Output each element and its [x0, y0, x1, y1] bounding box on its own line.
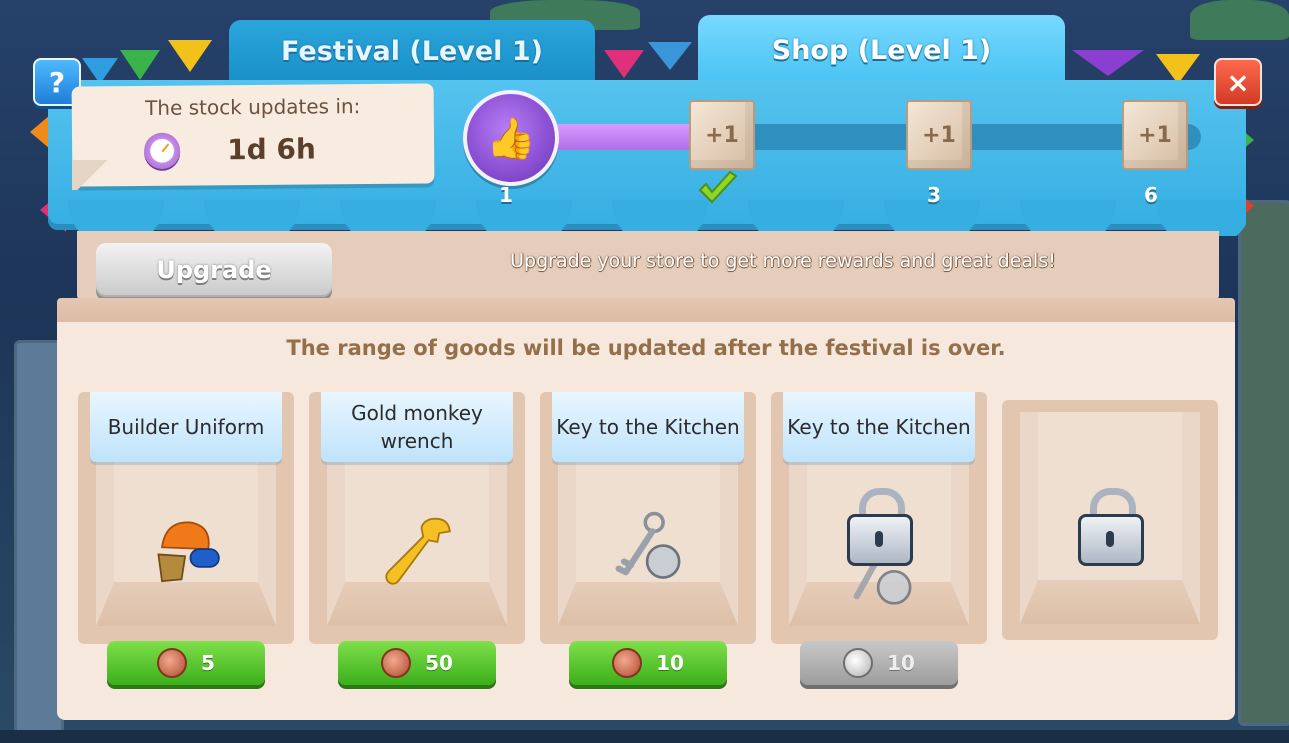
- milestone-label: 1: [499, 183, 513, 207]
- price-label: 50: [425, 651, 453, 675]
- reward-box-label: +1: [1138, 122, 1172, 148]
- item-name: Key to the Kitchen: [783, 392, 975, 462]
- close-label: ×: [1226, 65, 1250, 99]
- wrench-icon: [377, 510, 457, 590]
- shop-slot[interactable]: Gold monkey wrench: [309, 392, 525, 644]
- background-building: [1238, 200, 1289, 726]
- copper-coin-icon: [612, 648, 643, 678]
- tab-festival[interactable]: Festival (Level 1): [229, 20, 595, 82]
- copper-coin-icon: [381, 648, 412, 678]
- reward-box-icon[interactable]: +1: [689, 100, 755, 170]
- shop-slot[interactable]: Key to the Kitchen: [540, 392, 756, 644]
- buy-button[interactable]: 10: [569, 641, 727, 685]
- slot-floor: [1020, 580, 1200, 624]
- bottom-strip: [0, 730, 1289, 743]
- help-label: ?: [48, 65, 66, 99]
- buy-button-disabled[interactable]: 10: [800, 641, 958, 685]
- background-tree: [1190, 0, 1289, 40]
- flag-icon: [120, 50, 160, 80]
- item-name: Key to the Kitchen: [552, 392, 744, 462]
- flag-icon: [648, 42, 692, 70]
- upgrade-message: Upgrade your store to get more rewards a…: [510, 250, 1056, 272]
- lock-icon: [1078, 488, 1144, 566]
- price-label: 10: [887, 651, 915, 675]
- progress-fill: [545, 124, 709, 150]
- flag-icon: [1072, 50, 1144, 76]
- upgrade-label: Upgrade: [156, 256, 272, 284]
- lock-icon: [847, 488, 913, 566]
- copper-coin-icon: [157, 648, 188, 678]
- clock-icon: [143, 132, 181, 169]
- key-icon: [608, 510, 688, 590]
- reward-box-icon[interactable]: +1: [1122, 100, 1188, 170]
- shop-slot[interactable]: Builder Uniform: [78, 392, 294, 644]
- thumbs-up-icon: 👍: [463, 90, 559, 186]
- price-label: 10: [656, 651, 684, 675]
- milestone-label: 6: [1144, 183, 1158, 207]
- tab-shop[interactable]: Shop (Level 1): [698, 15, 1065, 85]
- upgrade-button[interactable]: Upgrade: [96, 243, 332, 297]
- reward-box-label: +1: [705, 122, 739, 148]
- shop-slot-empty[interactable]: [1002, 400, 1218, 640]
- card-curl: [72, 160, 112, 190]
- shop-notice: The range of goods will be updated after…: [286, 336, 1006, 360]
- stock-timer-card: The stock updates in: 1d 6h: [71, 83, 435, 187]
- checkmark-icon: [698, 170, 738, 204]
- flag-icon: [168, 40, 212, 72]
- price-label: 5: [201, 651, 215, 675]
- item-name: Gold monkey wrench: [321, 392, 513, 462]
- stock-title: The stock updates in:: [145, 94, 361, 120]
- stock-time: 1d 6h: [226, 132, 316, 167]
- close-button[interactable]: ×: [1214, 58, 1262, 106]
- flag-icon: [604, 50, 644, 78]
- silver-coin-icon: [843, 648, 874, 678]
- buy-button[interactable]: 5: [107, 641, 265, 685]
- reward-box-icon[interactable]: +1: [906, 100, 972, 170]
- builder-uniform-icon: [146, 510, 226, 590]
- reward-box-label: +1: [922, 122, 956, 148]
- item-name: Builder Uniform: [90, 392, 282, 462]
- shop-slot-locked[interactable]: Key to the Kitchen: [771, 392, 987, 644]
- buy-button[interactable]: 50: [338, 641, 496, 685]
- milestone-label: 3: [927, 183, 941, 207]
